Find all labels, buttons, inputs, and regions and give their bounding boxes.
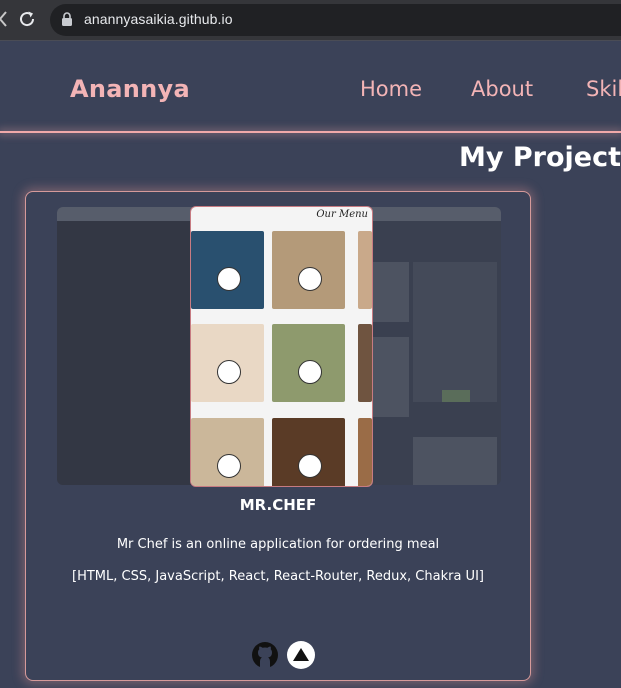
food-tile (358, 418, 372, 486)
food-tile (358, 324, 372, 402)
project-description: Mr Chef is an online application for ord… (116, 537, 440, 552)
site-header: Anannya Home About Skil (0, 41, 621, 132)
food-tile (272, 231, 345, 309)
url-text[interactable]: anannyasaikia.github.io (84, 11, 233, 27)
nav-about[interactable]: About (471, 77, 533, 101)
food-tile (191, 324, 264, 402)
nav-home[interactable]: Home (360, 77, 422, 101)
section-title: My Projects (459, 142, 621, 173)
food-badge-icon (217, 267, 241, 291)
header-divider (0, 131, 621, 133)
food-tile (272, 324, 345, 402)
food-tile (191, 418, 264, 486)
project-card: Our Menu MR.CHEF Mr Chef is an online ap… (25, 191, 531, 681)
food-tile (191, 231, 264, 309)
reload-icon[interactable] (16, 8, 38, 30)
project-tech-stack: [HTML, CSS, JavaScript, React, React-Rou… (72, 569, 484, 584)
food-badge-icon (298, 454, 322, 478)
back-arrow-icon[interactable] (0, 10, 8, 28)
food-badge-icon (217, 360, 241, 384)
project-preview-image[interactable]: Our Menu (190, 206, 373, 487)
food-badge-icon (217, 454, 241, 478)
preview-menu-label: Our Menu (316, 209, 368, 220)
nav-skills[interactable]: Skil (586, 77, 621, 101)
lock-icon[interactable] (61, 12, 73, 26)
food-badge-icon (298, 267, 322, 291)
github-icon[interactable] (251, 641, 279, 669)
browser-toolbar: anannyasaikia.github.io (0, 0, 621, 40)
deploy-link-button[interactable] (287, 641, 315, 669)
deploy-icon (293, 648, 309, 661)
food-tile (272, 418, 345, 486)
food-badge-icon (298, 360, 322, 384)
food-tile (358, 231, 372, 309)
project-title: MR.CHEF (239, 496, 317, 514)
brand-logo[interactable]: Anannya (70, 75, 190, 103)
